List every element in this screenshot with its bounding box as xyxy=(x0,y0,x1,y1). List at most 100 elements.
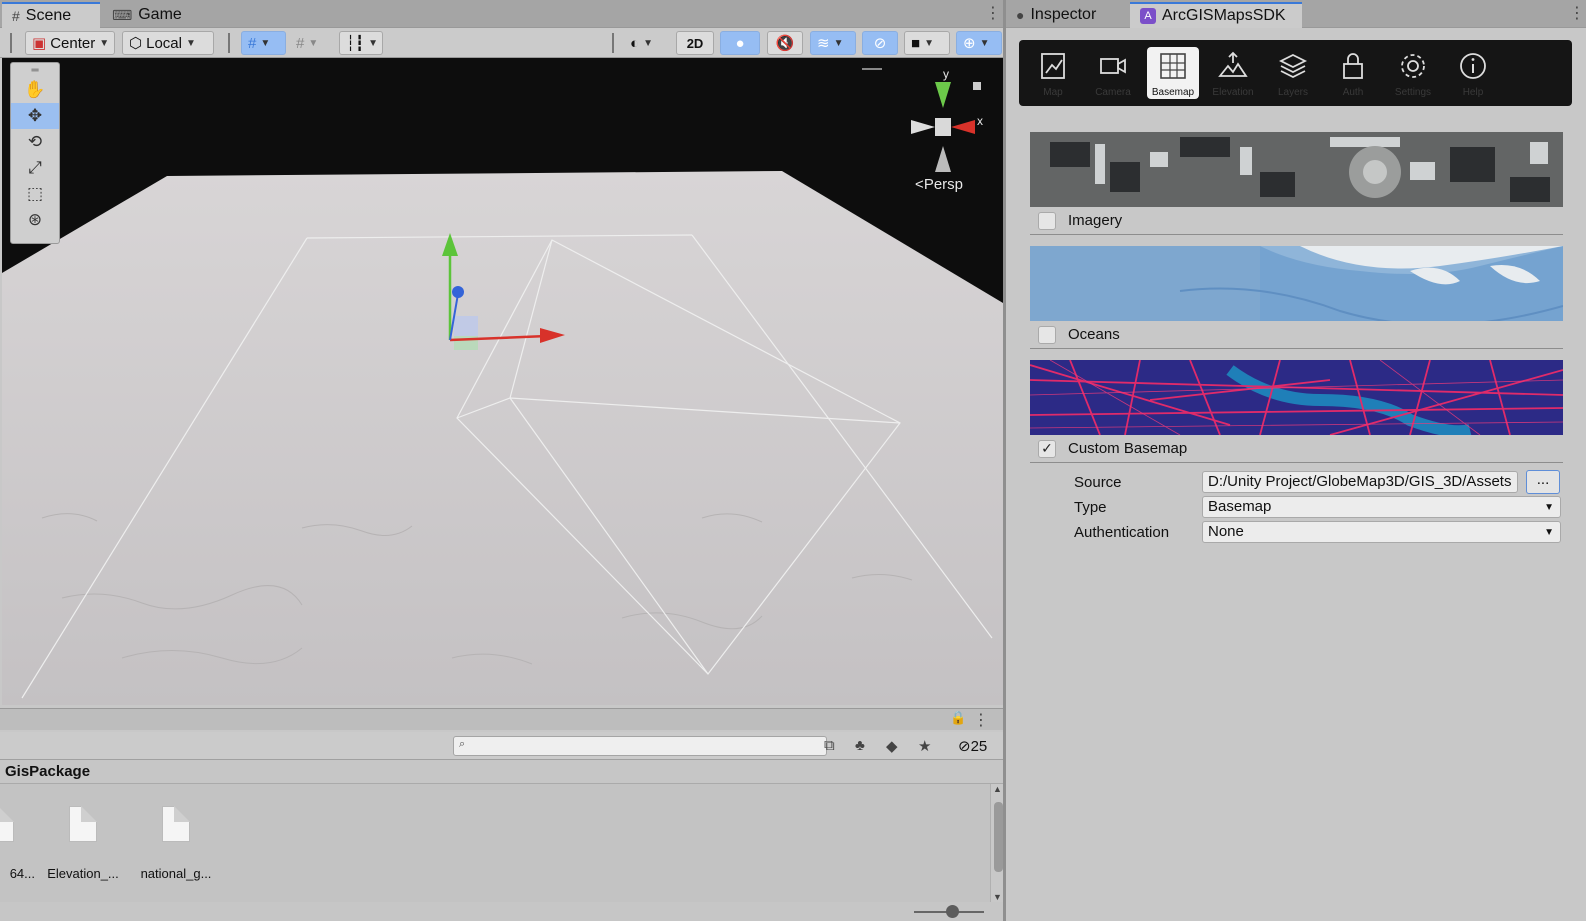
help-icon xyxy=(1460,53,1486,79)
auth-value: None xyxy=(1208,523,1244,540)
scale-tool-icon[interactable]: ⤢ xyxy=(11,155,59,181)
hidden-objects-toggle[interactable]: ⊘ xyxy=(862,31,898,55)
toggle-2d-label: 2D xyxy=(686,35,704,51)
hidden-packages-toggle[interactable]: ⊘25 xyxy=(958,737,987,755)
map-icon xyxy=(1041,53,1065,79)
scene-viewport[interactable]: ═ ✋ ✥ ⟲ ⤢ ⬚ ⊛ y x <Persp xyxy=(2,58,1003,705)
scene-menu-icon[interactable]: ⋮ xyxy=(985,3,1001,23)
nav-map-label: Map xyxy=(1043,87,1063,98)
scroll-thumb[interactable] xyxy=(994,802,1003,872)
camera-dropdown[interactable]: ■ ▼ xyxy=(904,31,950,55)
projection-label[interactable]: <Persp xyxy=(915,176,963,193)
chevron-down-icon: ▼ xyxy=(924,37,934,49)
effects-toggle[interactable]: ≋ ▼ xyxy=(810,31,856,55)
chevron-down-icon: ▼ xyxy=(260,37,271,49)
overlay-menu-icon[interactable] xyxy=(862,68,882,70)
ruler-toggle[interactable]: ┆┇ ▼ xyxy=(339,31,383,55)
custom-basemap-props: Source D:/Unity Project/GlobeMap3D/GIS_3… xyxy=(1030,470,1563,545)
nav-layers[interactable]: Layers xyxy=(1267,47,1319,99)
folder-title[interactable]: GisPackage xyxy=(5,763,90,780)
scroll-up-icon[interactable]: ▲ xyxy=(993,784,1002,794)
eye-slash-icon: ⊘ xyxy=(873,35,887,52)
nav-layers-label: Layers xyxy=(1277,87,1308,98)
move-tool-icon[interactable]: ✥ xyxy=(11,103,59,129)
basemap-oceans[interactable]: Oceans xyxy=(1030,246,1563,349)
lock-icon[interactable]: 🔒 xyxy=(950,710,966,726)
nav-settings-label: Settings xyxy=(1394,87,1432,98)
scroll-down-icon[interactable]: ▼ xyxy=(993,892,1002,902)
oceans-thumbnail xyxy=(1030,246,1563,321)
nav-elevation[interactable]: Elevation xyxy=(1207,47,1259,99)
persp-arrow-icon: < xyxy=(915,176,924,193)
ruler-icon: ┆┇ xyxy=(346,35,365,52)
arcgis-panel: ● Inspector A ArcGISMapsSDK ⋮ Map Camera… xyxy=(1006,0,1586,921)
shading-mode-dropdown[interactable]: ◐ ▼ xyxy=(624,31,668,55)
rect-tool-icon[interactable]: ⬚ xyxy=(11,181,59,207)
favorites-star-icon[interactable]: ★ xyxy=(918,737,931,755)
nav-basemap[interactable]: Basemap xyxy=(1147,47,1199,99)
auth-row: Authentication None ▼ xyxy=(1030,520,1563,545)
nav-map[interactable]: Map xyxy=(1027,47,1079,99)
increment-snap-toggle[interactable]: # ▼ xyxy=(290,31,335,55)
project-footer xyxy=(0,902,1005,921)
file-label: Elevation_... xyxy=(47,866,119,881)
nav-help-label: Help xyxy=(1462,87,1484,98)
nav-help[interactable]: Help xyxy=(1447,47,1499,99)
rotate-tool-icon[interactable]: ⟲ xyxy=(11,129,59,155)
pivot-dropdown[interactable]: ▣ Center ▼ xyxy=(25,31,115,55)
source-field[interactable]: D:/Unity Project/GlobeMap3D/GIS_3D/Asset… xyxy=(1202,471,1518,493)
hand-tool-icon[interactable]: ✋ xyxy=(11,77,59,103)
label-tag-icon[interactable]: ◆ xyxy=(886,737,898,755)
basemap-custom[interactable]: ✓ Custom Basemap xyxy=(1030,360,1563,463)
zoom-slider-knob[interactable] xyxy=(946,905,959,918)
lighting-toggle[interactable]: ● xyxy=(720,31,760,55)
panel-menu-icon[interactable]: ⋮ xyxy=(1569,3,1585,23)
toggle-2d-button[interactable]: 2D xyxy=(676,31,714,55)
tab-scene[interactable]: # Scene xyxy=(2,2,100,28)
tab-inspector[interactable]: ● Inspector xyxy=(1006,2,1106,28)
auth-dropdown[interactable]: None ▼ xyxy=(1202,521,1561,543)
nav-auth-label: Auth xyxy=(1342,87,1364,98)
grid-snap-toggle[interactable]: # ▼ xyxy=(241,31,286,55)
type-row: Type Basemap ▼ xyxy=(1030,495,1563,520)
oceans-checkbox[interactable] xyxy=(1038,325,1056,344)
terrain-render xyxy=(2,171,1003,705)
pivot-label: Center xyxy=(50,34,96,52)
tab-arcgis[interactable]: A ArcGISMapsSDK xyxy=(1130,2,1302,28)
axis-x-label: x xyxy=(977,114,983,128)
custom-checkbox[interactable]: ✓ xyxy=(1038,439,1056,458)
type-dropdown[interactable]: Basemap ▼ xyxy=(1202,496,1561,518)
project-menu-icon[interactable]: ⋮ xyxy=(973,710,989,730)
nav-camera[interactable]: Camera xyxy=(1087,47,1139,99)
search-input[interactable] xyxy=(453,736,827,756)
nav-settings[interactable]: Settings xyxy=(1387,47,1439,99)
tab-scene-label: Scene xyxy=(25,7,72,24)
filter-type-icon[interactable]: ♣ xyxy=(855,737,865,754)
persp-text: Persp xyxy=(923,176,963,193)
asset-file[interactable]: national_g... xyxy=(131,806,221,881)
transform-tool-icon[interactable]: ⊛ xyxy=(11,207,59,233)
breadcrumb: GisPackage xyxy=(0,760,1005,784)
increment-snap-icon: # xyxy=(296,34,305,52)
local-cube-icon: ⬡ xyxy=(129,35,143,52)
nav-auth[interactable]: Auth xyxy=(1327,47,1379,99)
tab-arcgis-label: ArcGISMapsSDK xyxy=(1162,7,1286,24)
gizmos-dropdown[interactable]: ⊕ ▼ xyxy=(956,31,1002,55)
overlay-grip-icon[interactable]: ═ xyxy=(11,63,59,77)
asset-file[interactable]: Elevation_... xyxy=(38,806,128,881)
search-filter-icon[interactable]: ⧉ xyxy=(824,737,835,754)
camera-icon xyxy=(1100,58,1126,74)
gizmo-lock-icon[interactable] xyxy=(973,82,981,90)
hidden-count: 25 xyxy=(970,738,988,755)
tab-game[interactable]: ⌨ Game xyxy=(102,2,192,28)
imagery-row: Imagery xyxy=(1030,207,1563,235)
scene-pane: # Scene ⌨ Game ⋮ ▣ Center ▼ ⬡ Local ▼ # … xyxy=(0,0,1005,921)
space-dropdown[interactable]: ⬡ Local ▼ xyxy=(122,31,214,55)
imagery-checkbox[interactable] xyxy=(1038,211,1056,230)
lock-icon xyxy=(1343,53,1363,79)
basemap-imagery[interactable]: Imagery xyxy=(1030,132,1563,235)
audio-toggle[interactable]: 🔇 xyxy=(767,31,803,55)
basemap-icon xyxy=(1160,53,1186,79)
source-label: Source xyxy=(1074,474,1122,491)
browse-button[interactable]: ... xyxy=(1526,470,1560,494)
